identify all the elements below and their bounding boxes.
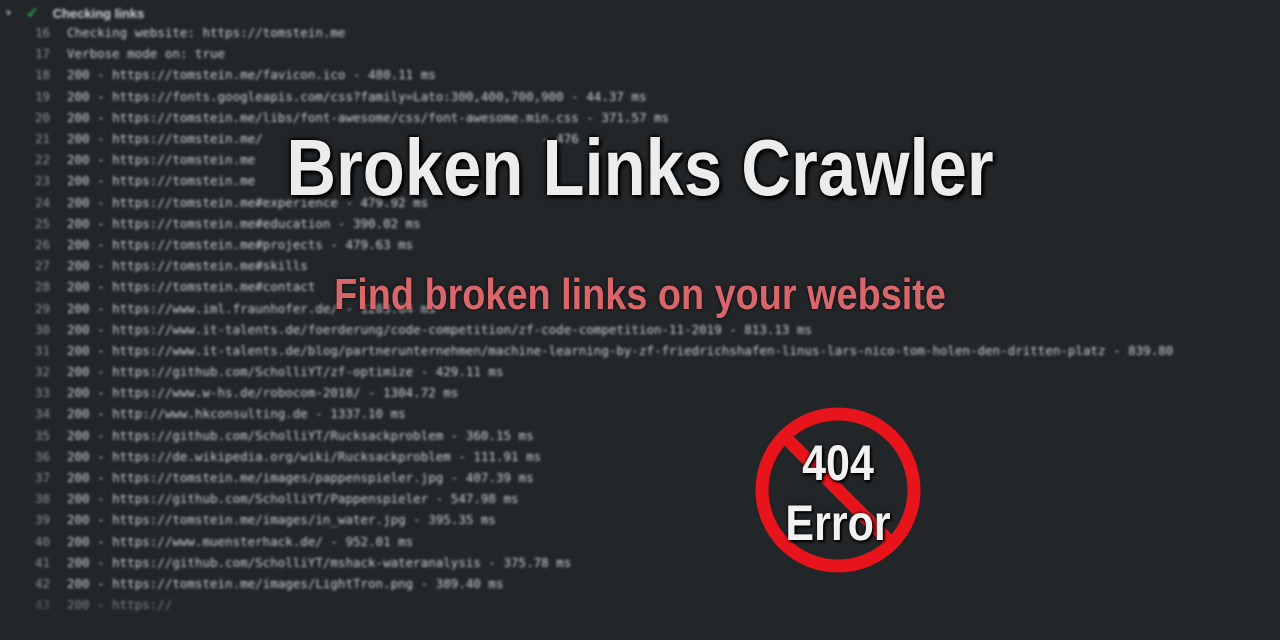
line-number[interactable]: 25 (0, 216, 67, 231)
line-number[interactable]: 41 (0, 555, 67, 570)
chevron-down-icon[interactable]: ▼ (4, 8, 14, 18)
error-404-badge: 404 Error (754, 406, 922, 574)
line-number[interactable]: 23 (0, 173, 67, 188)
log-line: 18 200 - https://tomstein.me/favicon.ico … (0, 64, 1280, 85)
log-text: 200 - https://tomstein.me#education - 39… (67, 215, 421, 231)
line-number[interactable]: 33 (0, 385, 67, 400)
log-line: 30 200 - https://www.it-talents.de/foerde… (0, 319, 1280, 340)
screenshot-root: ▼ ✓ Checking links 16 Checking website: h… (0, 0, 1280, 640)
line-number[interactable]: 31 (0, 343, 67, 358)
log-text: 200 - https://fonts.googleapis.com/css?f… (67, 88, 647, 104)
line-number[interactable]: 22 (0, 152, 67, 167)
banner-subtitle: Find broken links on your website (334, 270, 946, 319)
line-number[interactable]: 28 (0, 279, 67, 294)
log-line: 26 200 - https://tomstein.me#projects - 4… (0, 234, 1280, 255)
line-number[interactable]: 37 (0, 470, 67, 485)
line-number[interactable]: 17 (0, 46, 67, 61)
log-text: 200 - https://tomstein.me/images/LightTr… (67, 575, 504, 591)
log-line: 39 200 - https://tomstein.me/images/in_wa… (0, 509, 1280, 530)
log-line: 17 Verbose mode on: true (0, 43, 1280, 64)
log-line: 34 200 - http://www.hkconsulting.de - 133… (0, 403, 1280, 424)
log-text: 200 - https://github.com/ScholliYT/Pappe… (67, 491, 519, 507)
line-number[interactable]: 24 (0, 195, 67, 210)
log-text: 200 - https://www.it-talents.de/foerderu… (67, 321, 813, 337)
log-text: 200 - https://tomstein.me/favicon.ico - … (67, 67, 436, 83)
line-number[interactable]: 19 (0, 89, 67, 104)
log-text: 200 - https://www.it-talents.de/blog/par… (67, 342, 1174, 358)
log-line: 16 Checking website: https://tomstein.me (0, 22, 1280, 43)
log-line: 42 200 - https://tomstein.me/images/Light… (0, 573, 1280, 594)
line-number[interactable]: 18 (0, 67, 67, 82)
line-number[interactable]: 27 (0, 258, 67, 273)
log-line: 36 200 - https://de.wikipedia.org/wiki/Ru… (0, 446, 1280, 467)
log-line: 40 200 - https://www.muensterhack.de/ - 9… (0, 531, 1280, 552)
line-number[interactable]: 43 (0, 597, 67, 612)
line-number[interactable]: 20 (0, 110, 67, 125)
line-number[interactable]: 16 (0, 25, 67, 40)
log-text: 200 - https://github.com/ScholliYT/mshac… (67, 554, 572, 570)
line-number[interactable]: 32 (0, 364, 67, 379)
log-line: 38 200 - https://github.com/ScholliYT/Pap… (0, 488, 1280, 509)
error-code: 404 (802, 435, 874, 491)
log-text: 200 - https://tomstein.me/images/in_wate… (67, 512, 496, 528)
check-icon: ✓ (26, 5, 39, 22)
line-number[interactable]: 39 (0, 512, 67, 527)
log-text: 200 - https://tomstein.me#projects - 479… (67, 236, 414, 252)
log-line: 31 200 - https://www.it-talents.de/blog/p… (0, 340, 1280, 361)
log-line: 19 200 - https://fonts.googleapis.com/css… (0, 86, 1280, 107)
line-number[interactable]: 30 (0, 322, 67, 337)
line-number[interactable]: 38 (0, 491, 67, 506)
error-label: Error (785, 495, 891, 551)
line-number[interactable]: 26 (0, 237, 67, 252)
log-line: 41 200 - https://github.com/ScholliYT/msh… (0, 552, 1280, 573)
line-number[interactable]: 42 (0, 576, 67, 591)
log-text: 200 - http://www.hkconsulting.de - 1337.… (67, 406, 406, 422)
log-line: 37 200 - https://tomstein.me/images/pappe… (0, 467, 1280, 488)
log-line: 43 200 - https:// (0, 594, 1280, 615)
log-text: 200 - https:// (67, 597, 173, 613)
log-text: Verbose mode on: true (67, 46, 226, 62)
banner-title: Broken Links Crawler (286, 123, 994, 212)
step-title: Checking links (52, 5, 145, 21)
log-text: 200 - https://www.w-hs.de/robocom-2018/ … (67, 385, 459, 401)
log-text: 200 - https://github.com/ScholliYT/Rucks… (67, 427, 534, 443)
log-line: 25 200 - https://tomstein.me#education - … (0, 213, 1280, 234)
line-number[interactable]: 21 (0, 131, 67, 146)
log-text: 200 - https://tomstein.me/images/pappens… (67, 470, 534, 486)
workflow-log-panel: ▼ ✓ Checking links 16 Checking website: h… (0, 0, 1280, 640)
log-line: 32 200 - https://github.com/ScholliYT/zf-… (0, 361, 1280, 382)
log-text: 200 - https://github.com/ScholliYT/zf-op… (67, 364, 504, 380)
line-number[interactable]: 36 (0, 449, 67, 464)
line-number[interactable]: 40 (0, 534, 67, 549)
line-number[interactable]: 29 (0, 301, 67, 316)
log-line: 33 200 - https://www.w-hs.de/robocom-2018… (0, 382, 1280, 403)
log-text: 200 - https://de.wikipedia.org/wiki/Ruck… (67, 448, 542, 464)
log-text: 200 - https://www.muensterhack.de/ - 952… (67, 533, 414, 549)
line-number[interactable]: 34 (0, 406, 67, 421)
line-number[interactable]: 35 (0, 428, 67, 443)
log-text: Checking website: https://tomstein.me (67, 25, 346, 41)
log-line: 35 200 - https://github.com/ScholliYT/Ruc… (0, 425, 1280, 446)
